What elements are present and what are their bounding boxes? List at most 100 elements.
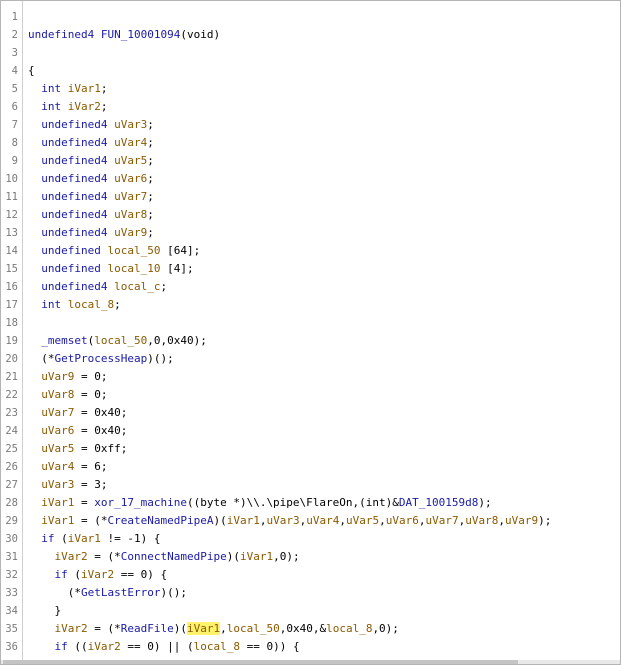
code-token[interactable]: iVar1 bbox=[41, 514, 74, 527]
code-text[interactable]: undefined4 uVar3; bbox=[28, 116, 154, 134]
code-token[interactable]: == 0) { bbox=[114, 568, 167, 581]
code-text[interactable]: undefined4 uVar4; bbox=[28, 134, 154, 152]
code-token[interactable] bbox=[28, 442, 41, 455]
code-token[interactable]: undefined4 bbox=[41, 118, 114, 131]
code-line[interactable]: 11 undefined4 uVar7; bbox=[1, 188, 620, 206]
code-token[interactable]: uVar5 bbox=[346, 514, 379, 527]
code-line[interactable]: 20 (*GetProcessHeap)(); bbox=[1, 350, 620, 368]
code-token[interactable]: local_50 bbox=[227, 622, 280, 635]
code-line[interactable]: 8 undefined4 uVar4; bbox=[1, 134, 620, 152]
code-token[interactable] bbox=[28, 370, 41, 383]
code-token[interactable]: GetProcessHeap bbox=[55, 352, 148, 365]
code-token[interactable]: ((byte *)\\.\pipe\FlareOn,(int)& bbox=[187, 496, 399, 509]
code-token[interactable]: = 0; bbox=[74, 388, 108, 401]
code-token[interactable]: (* bbox=[28, 352, 54, 365]
code-token[interactable]: local_50 bbox=[94, 334, 147, 347]
code-token[interactable] bbox=[28, 424, 41, 437]
code-token[interactable]: )(); bbox=[160, 586, 187, 599]
code-text[interactable]: uVar3 = 3; bbox=[28, 476, 107, 494]
code-line[interactable]: 34 } bbox=[1, 602, 620, 620]
code-listing[interactable]: 1 2 undefined4 FUN_10001094(void) 3 4{5 int … bbox=[1, 8, 620, 656]
code-token[interactable]: local_8 bbox=[326, 622, 372, 635]
code-token[interactable]: int bbox=[41, 298, 68, 311]
code-text[interactable]: undefined4 local_c; bbox=[28, 278, 167, 296]
code-token[interactable]: uVar9 bbox=[114, 226, 147, 239]
code-token[interactable]: uVar9 bbox=[505, 514, 538, 527]
code-token[interactable]: uVar5 bbox=[41, 442, 74, 455]
code-token[interactable] bbox=[28, 82, 41, 95]
code-line[interactable]: 24 uVar6 = 0x40; bbox=[1, 422, 620, 440]
code-line[interactable]: 30 if (iVar1 != -1) { bbox=[1, 530, 620, 548]
code-line[interactable]: 23 uVar7 = 0x40; bbox=[1, 404, 620, 422]
code-text[interactable]: int local_8; bbox=[28, 296, 120, 314]
code-token[interactable]: local_50 bbox=[107, 244, 160, 257]
code-token[interactable]: ; bbox=[147, 172, 154, 185]
code-line[interactable]: 15 undefined local_10 [4]; bbox=[1, 260, 620, 278]
code-text[interactable]: undefined4 FUN_10001094(void) bbox=[28, 26, 220, 44]
code-token[interactable]: ); bbox=[478, 496, 491, 509]
code-token[interactable]: uVar8 bbox=[114, 208, 147, 221]
code-token[interactable]: uVar8 bbox=[41, 388, 74, 401]
code-token[interactable]: )( bbox=[227, 550, 240, 563]
code-line[interactable]: 32 if (iVar2 == 0) { bbox=[1, 566, 620, 584]
code-token[interactable]: iVar1 bbox=[227, 514, 260, 527]
code-token[interactable]: = (* bbox=[74, 514, 108, 527]
code-token[interactable] bbox=[28, 388, 41, 401]
code-token[interactable]: undefined4 bbox=[41, 136, 114, 149]
code-text[interactable]: undefined local_10 [4]; bbox=[28, 260, 194, 278]
code-line[interactable]: 21 uVar9 = 0; bbox=[1, 368, 620, 386]
code-text[interactable]: uVar6 = 0x40; bbox=[28, 422, 127, 440]
code-token[interactable]: local_8 bbox=[194, 640, 240, 653]
code-line[interactable]: 36 if ((iVar2 == 0) || (local_8 == 0)) { bbox=[1, 638, 620, 656]
code-text[interactable]: { bbox=[28, 62, 35, 80]
code-line[interactable]: 12 undefined4 uVar8; bbox=[1, 206, 620, 224]
code-token[interactable]: uVar5 bbox=[114, 154, 147, 167]
code-token[interactable] bbox=[28, 334, 41, 347]
code-token[interactable]: ; bbox=[160, 280, 167, 293]
code-token[interactable] bbox=[28, 298, 41, 311]
code-text[interactable]: uVar5 = 0xff; bbox=[28, 440, 127, 458]
code-token[interactable]: undefined4 bbox=[41, 226, 114, 239]
code-token[interactable]: local_c bbox=[114, 280, 160, 293]
code-line[interactable]: 28 iVar1 = xor_17_machine((byte *)\\.\pi… bbox=[1, 494, 620, 512]
code-token[interactable]: , bbox=[220, 622, 227, 635]
code-token[interactable] bbox=[28, 280, 41, 293]
code-token[interactable]: = 6; bbox=[74, 460, 108, 473]
code-token[interactable]: ; bbox=[147, 154, 154, 167]
code-token[interactable] bbox=[28, 100, 41, 113]
code-token[interactable] bbox=[28, 406, 41, 419]
code-token[interactable]: undefined bbox=[41, 244, 107, 257]
code-token[interactable]: uVar4 bbox=[41, 460, 74, 473]
code-line[interactable]: 35 iVar2 = (*ReadFile)(iVar1,local_50,0x… bbox=[1, 620, 620, 638]
code-token[interactable] bbox=[28, 226, 41, 239]
code-token[interactable]: (void) bbox=[180, 28, 220, 41]
code-token[interactable]: ,0,0x40); bbox=[147, 334, 207, 347]
code-token[interactable]: ); bbox=[538, 514, 551, 527]
code-line[interactable]: 13 undefined4 uVar9; bbox=[1, 224, 620, 242]
code-token[interactable]: == 0)) { bbox=[240, 640, 300, 653]
code-token[interactable]: undefined4 bbox=[41, 208, 114, 221]
code-token[interactable] bbox=[28, 640, 55, 653]
code-token[interactable]: ,0); bbox=[372, 622, 399, 635]
horizontal-scrollbar[interactable] bbox=[1, 660, 620, 664]
code-token[interactable]: uVar9 bbox=[41, 370, 74, 383]
code-token[interactable]: ; bbox=[147, 208, 154, 221]
code-token[interactable]: undefined4 bbox=[41, 190, 114, 203]
code-token[interactable]: ; bbox=[147, 136, 154, 149]
code-token[interactable]: [4]; bbox=[160, 262, 194, 275]
code-line[interactable]: 3 bbox=[1, 44, 620, 62]
code-line[interactable]: 14 undefined local_50 [64]; bbox=[1, 242, 620, 260]
code-line[interactable]: 27 uVar3 = 3; bbox=[1, 476, 620, 494]
code-token[interactable]: , bbox=[339, 514, 346, 527]
code-token[interactable] bbox=[28, 532, 41, 545]
code-token[interactable]: local_10 bbox=[107, 262, 160, 275]
code-token[interactable]: undefined4 bbox=[41, 280, 114, 293]
code-token[interactable] bbox=[28, 172, 41, 185]
code-token[interactable]: == 0) || ( bbox=[121, 640, 193, 653]
code-token[interactable]: (( bbox=[68, 640, 87, 653]
code-token[interactable]: uVar6 bbox=[114, 172, 147, 185]
code-token[interactable]: if bbox=[55, 640, 68, 653]
code-token[interactable]: = bbox=[74, 496, 94, 509]
code-text[interactable]: uVar7 = 0x40; bbox=[28, 404, 127, 422]
code-token[interactable] bbox=[28, 208, 41, 221]
